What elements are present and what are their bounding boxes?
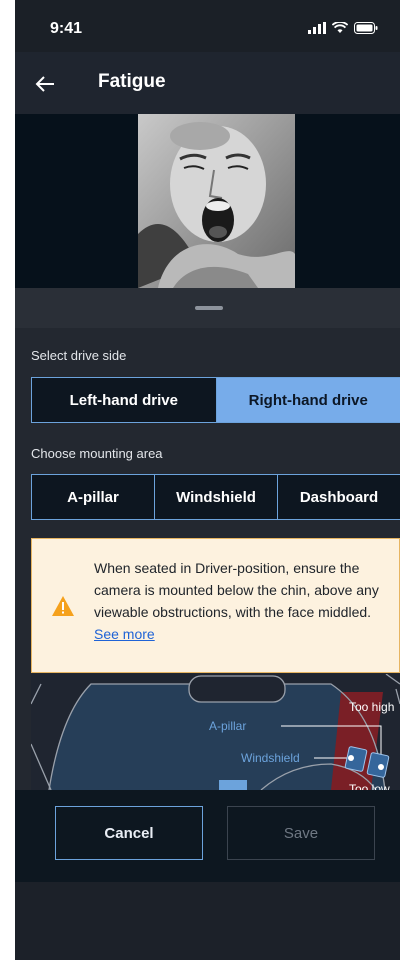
bottom-sheet-header[interactable] (15, 288, 400, 328)
left-hand-drive-option[interactable]: Left-hand drive (32, 378, 216, 422)
drive-side-label: Select drive side (31, 348, 127, 363)
status-time: 9:41 (50, 20, 83, 37)
drag-handle[interactable] (195, 306, 223, 310)
camera-preview (15, 114, 400, 288)
windshield-option[interactable]: Windshield (154, 475, 277, 519)
mounting-area-selector: A-pillar Windshield Dashboard (31, 474, 400, 520)
too-low-label: Too low (349, 782, 390, 790)
page-title: Fatigue (98, 71, 166, 92)
mounting-area-label: Choose mounting area (31, 446, 163, 461)
windshield-label: Windshield (241, 751, 300, 765)
battery-icon (354, 22, 378, 34)
bottom-safe-area (15, 882, 400, 960)
see-more-link[interactable]: See more (94, 626, 155, 642)
status-icons (308, 22, 378, 34)
status-bar: 9:41 (15, 0, 400, 52)
a-pillar-label: A-pillar (209, 719, 246, 733)
a-pillar-option[interactable]: A-pillar (32, 475, 154, 519)
warning-icon (52, 596, 74, 616)
right-hand-drive-option[interactable]: Right-hand drive (215, 378, 400, 422)
wifi-icon (332, 22, 348, 33)
signal-icon (308, 22, 326, 34)
mounting-notice: When seated in Driver-position, ensure t… (31, 538, 400, 673)
driver-yawning-photo (138, 114, 295, 288)
action-bar: Cancel Save (15, 790, 400, 882)
too-high-label: Too high (349, 700, 394, 714)
mounting-diagram: Too high Too low A-pillar Windshield (31, 674, 400, 790)
notice-body: When seated in Driver-position, ensure t… (94, 560, 379, 620)
cancel-button[interactable]: Cancel (55, 806, 203, 860)
notice-text: When seated in Driver-position, ensure t… (94, 557, 384, 645)
back-arrow-icon[interactable] (33, 72, 57, 96)
save-button[interactable]: Save (227, 806, 375, 860)
drive-side-selector: Left-hand drive Right-hand drive (31, 377, 400, 423)
dashboard-option[interactable]: Dashboard (277, 475, 400, 519)
app-header: Fatigue (15, 52, 400, 114)
phone-screen: 9:41 Fatigue Select drive side Left-hand… (15, 0, 400, 960)
